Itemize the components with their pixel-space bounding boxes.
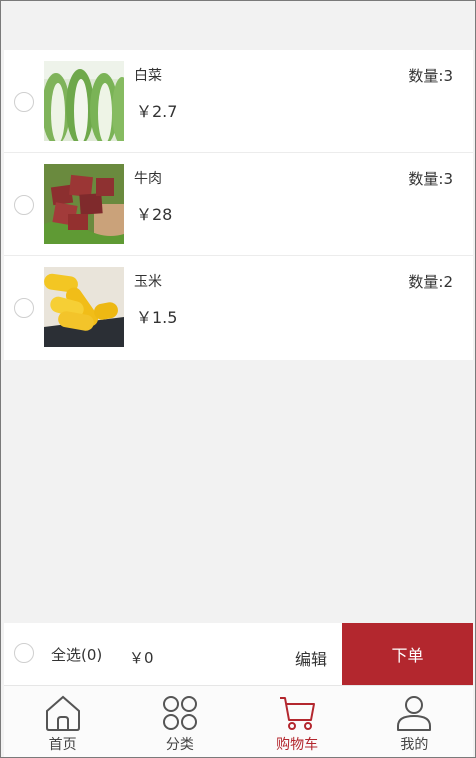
category-icon [162,696,197,730]
product-price: ￥28 [136,205,173,224]
cart-summary-bar: 全选(0) ￥0 编辑 下单 [4,623,473,685]
cart-item: 白菜 ￥2.7 数量:3 [4,50,473,153]
place-order-button[interactable]: 下单 [342,623,473,685]
home-icon [45,695,80,731]
item-select-radio[interactable] [14,195,34,215]
tab-label: 分类 [165,737,194,753]
tab-category[interactable]: 分类 [121,686,238,757]
bottom-tab-bar: 首页 分类 购物车 我的 [4,685,473,757]
product-quantity: 数量:3 [408,67,453,85]
select-all-label[interactable]: 全选(0) [51,644,102,665]
tab-label: 购物车 [276,737,319,753]
product-image[interactable] [44,61,124,141]
tab-profile[interactable]: 我的 [356,686,473,757]
cart-icon [280,697,316,730]
product-price: ￥2.7 [136,102,178,121]
cart-item: 玉米 ￥1.5 数量:2 [4,256,473,360]
product-name: 玉米 [134,274,162,290]
product-quantity: 数量:2 [408,273,453,291]
beef-image [44,164,124,244]
product-price: ￥1.5 [136,308,178,327]
product-name: 白菜 [134,68,162,84]
app-frame: 白菜 ￥2.7 数量:3 牛肉 ￥28 数量:3 玉米 ￥1.5 数量:2 全选… [0,0,476,758]
edit-button[interactable]: 编辑 [295,646,327,670]
product-image[interactable] [44,267,124,347]
cart-item: 牛肉 ￥28 数量:3 [4,153,473,256]
cart-list: 白菜 ￥2.7 数量:3 牛肉 ￥28 数量:3 玉米 ￥1.5 数量:2 [4,50,473,360]
corn-image [44,267,124,347]
item-select-radio[interactable] [14,298,34,318]
item-select-radio[interactable] [14,92,34,112]
product-image[interactable] [44,164,124,244]
tab-cart[interactable]: 购物车 [239,686,356,757]
tab-label: 我的 [400,737,429,753]
product-quantity: 数量:3 [408,170,453,188]
product-name: 牛肉 [134,171,162,187]
tab-home[interactable]: 首页 [4,686,121,757]
cabbage-image [44,61,124,141]
user-icon [397,696,432,731]
tab-label: 首页 [48,737,77,753]
select-all-radio[interactable] [14,643,34,663]
total-price: ￥0 [129,649,154,667]
